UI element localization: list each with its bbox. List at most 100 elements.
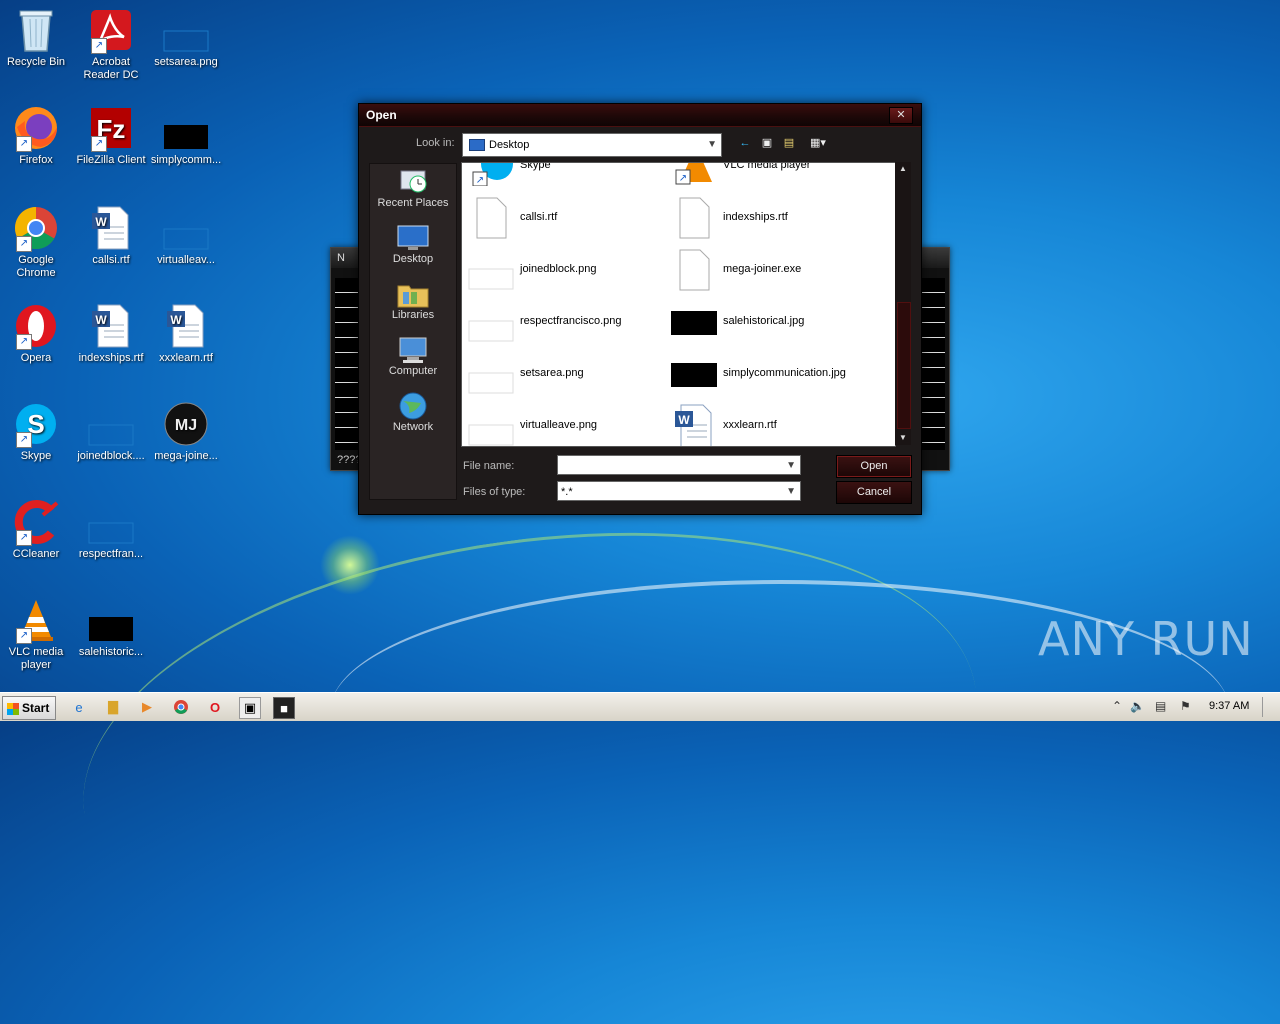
place-label: Desktop	[392, 253, 434, 265]
app-window-icon[interactable]: ▣	[239, 697, 261, 719]
desktop-icon-acrobat[interactable]: ↗ Acrobat Reader DC	[73, 6, 149, 82]
blank-document-icon	[468, 197, 514, 239]
shortcut-arrow-icon: ↗	[16, 236, 32, 252]
desktop-icon-label: salehistoric...	[78, 646, 144, 658]
explorer-folder-icon[interactable]: ▇	[103, 697, 123, 717]
word-document-icon: W	[671, 404, 717, 446]
file-item[interactable]: virtualleave.png	[462, 401, 662, 446]
active-app-icon[interactable]: ■	[273, 697, 295, 719]
svg-text:W: W	[170, 313, 182, 327]
desktop-icon-recycle-bin[interactable]: Recycle Bin	[0, 6, 74, 69]
desktop-icon	[469, 139, 485, 152]
close-button[interactable]: ✕	[889, 107, 913, 124]
shortcut-arrow-icon: ↗	[91, 38, 107, 54]
anyrun-watermark: ANY RUN	[1038, 612, 1254, 666]
desktop-icon-indexships[interactable]: W indexships.rtf	[73, 302, 149, 365]
file-type-select[interactable]: *.* ▼	[557, 481, 801, 501]
desktop-icon-label: Google Chrome	[16, 254, 56, 279]
desktop-icon-filezilla[interactable]: Fz ↗ FileZilla Client	[73, 104, 149, 167]
desktop-icon-firefox[interactable]: ↗ Firefox	[0, 104, 74, 167]
cancel-button[interactable]: Cancel	[836, 481, 912, 504]
desktop-icon-label: virtualleav...	[157, 254, 215, 266]
volume-icon[interactable]: 🔈	[1130, 699, 1145, 713]
open-dialog: Open ✕ Look in: Desktop ▼ ← ▣ ▤ ▦▾ Recen…	[358, 103, 922, 515]
desktop-icon-vlc[interactable]: ↗ VLC media player	[0, 596, 74, 672]
desktop-icon-respectfrancisco[interactable]: respectfran...	[73, 498, 149, 561]
back-arrow-icon[interactable]: ←	[738, 137, 752, 149]
vlc-icon: ↗	[12, 596, 60, 644]
chevron-down-icon: ▼	[707, 139, 717, 150]
media-player-icon[interactable]: ▶	[137, 697, 157, 717]
shortcut-arrow-icon: ↗	[91, 136, 107, 152]
desktop-icon-callsi[interactable]: W callsi.rtf	[73, 204, 149, 267]
background-window-title: N	[337, 252, 345, 264]
action-center-flag-icon[interactable]: ⚑	[1180, 699, 1191, 713]
scroll-down-arrow-icon[interactable]: ▼	[895, 431, 911, 445]
view-menu-icon[interactable]: ▦▾	[805, 137, 831, 149]
file-type-label: Files of type:	[463, 486, 526, 498]
tray-expand-icon[interactable]: ⌃	[1112, 699, 1122, 713]
taskbar-clock[interactable]: 9:37 AM	[1209, 700, 1249, 712]
file-item[interactable]: W xxxlearn.rtf	[665, 401, 865, 446]
file-item[interactable]: joinedblock.png	[462, 245, 662, 293]
desktop-icon-label: joinedblock....	[77, 450, 145, 462]
jpg-thumbnail-icon	[162, 104, 210, 152]
word-document-icon: W	[87, 302, 135, 350]
look-in-select[interactable]: Desktop ▼	[462, 133, 722, 157]
place-libraries[interactable]: Libraries	[370, 280, 456, 332]
place-recent[interactable]: Recent Places	[370, 168, 456, 220]
up-folder-icon[interactable]: ▣	[760, 137, 774, 149]
png-thumbnail-icon	[468, 353, 514, 395]
desktop-icon-xxxlearn[interactable]: W xxxlearn.rtf	[148, 302, 224, 365]
place-desktop[interactable]: Desktop	[370, 224, 456, 276]
desktop-icon-ccleaner[interactable]: ↗ CCleaner	[0, 498, 74, 561]
file-item[interactable]: respectfrancisco.png	[462, 297, 662, 345]
internet-explorer-icon[interactable]: e	[69, 697, 89, 717]
desktop-icon-opera[interactable]: ↗ Opera	[0, 302, 74, 365]
desktop-icon-mega-joiner[interactable]: MJ mega-joine...	[148, 400, 224, 463]
svg-text:↗: ↗	[679, 173, 687, 184]
desktop-icon-virtualleave[interactable]: virtualleav...	[148, 204, 224, 267]
desktop-icon-label: Acrobat Reader DC	[83, 56, 139, 81]
word-document-icon: W	[162, 302, 210, 350]
file-item[interactable]: ↗ VLC media player	[665, 163, 865, 189]
file-item[interactable]: simplycommunication.jpg	[665, 349, 865, 397]
file-item[interactable]: indexships.rtf	[665, 193, 865, 241]
desktop-icon-joinedblock[interactable]: joinedblock....	[73, 400, 149, 463]
new-folder-icon[interactable]: ▤	[782, 137, 796, 149]
place-computer[interactable]: Computer	[370, 336, 456, 388]
file-item[interactable]: salehistorical.jpg	[665, 297, 865, 345]
desktop-icon-setsarea[interactable]: setsarea.png	[148, 6, 224, 69]
desktop-icon-skype[interactable]: S ↗ Skype	[0, 400, 74, 463]
file-name-input[interactable]: ▼	[557, 455, 801, 475]
recycle-bin-icon	[12, 6, 60, 54]
opera-icon[interactable]: O	[205, 697, 225, 717]
dialog-titlebar[interactable]: Open	[359, 104, 921, 127]
show-desktop-button[interactable]	[1262, 697, 1277, 717]
file-name: callsi.rtf	[520, 211, 558, 223]
file-name: virtualleave.png	[520, 419, 598, 431]
file-list-scrollbar[interactable]: ▲ ▼	[895, 162, 911, 445]
scroll-up-arrow-icon[interactable]: ▲	[895, 162, 911, 176]
file-item[interactable]: setsarea.png	[462, 349, 662, 397]
shortcut-arrow-icon: ↗	[16, 530, 32, 546]
desktop-icon-salehistorical[interactable]: salehistoric...	[73, 596, 149, 659]
start-button[interactable]: Start	[2, 696, 56, 720]
desktop-icon-simplycommunication[interactable]: simplycomm...	[148, 104, 224, 167]
file-item[interactable]: callsi.rtf	[462, 193, 662, 241]
chrome-icon[interactable]	[171, 697, 191, 717]
file-item[interactable]: mega-joiner.exe	[665, 245, 865, 293]
jpg-thumbnail-icon	[87, 596, 135, 644]
open-button[interactable]: Open	[836, 455, 912, 478]
file-name: salehistorical.jpg	[723, 315, 805, 327]
file-list[interactable]: ↗ Skype ↗ VLC media player callsi.rtf in…	[461, 162, 896, 447]
desktop-icon-chrome[interactable]: ↗ Google Chrome	[0, 204, 74, 280]
place-label: Recent Places	[377, 197, 449, 209]
file-name: indexships.rtf	[723, 211, 788, 223]
network-tray-icon[interactable]: ▤	[1155, 699, 1166, 713]
place-network[interactable]: Network	[370, 392, 456, 444]
svg-text:W: W	[678, 413, 690, 427]
file-item[interactable]: ↗ Skype	[462, 163, 662, 189]
vlc-icon: ↗	[671, 163, 717, 187]
scrollbar-thumb[interactable]	[897, 302, 911, 429]
